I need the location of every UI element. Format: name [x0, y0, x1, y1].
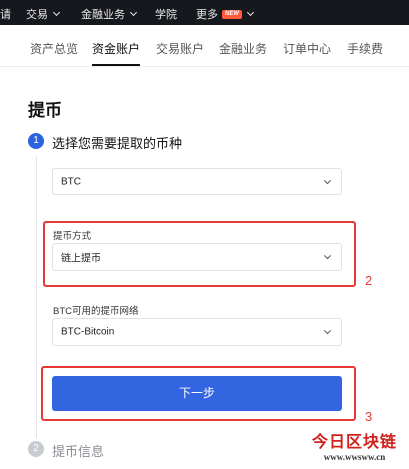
new-badge: NEW [222, 9, 242, 19]
page-title: 提币 [28, 101, 62, 120]
account-tabs: 资产总览 资金账户 交易账户 金融业务 订单中心 手续费 [0, 25, 409, 67]
chevron-down-icon [323, 252, 332, 260]
network-value: BTC-Bitcoin [61, 326, 115, 338]
watermark: 今日区块链 www.wwsww.cn [300, 428, 409, 469]
annotation-number-3: 3 [365, 409, 373, 424]
withdraw-method-label: 提币方式 [53, 231, 92, 242]
step-connector-line [36, 156, 37, 438]
coin-select-value: BTC [61, 176, 81, 187]
tab-financial-services[interactable]: 金融业务 [219, 40, 267, 57]
coin-select[interactable]: BTC [52, 168, 342, 195]
chevron-down-icon [129, 8, 138, 17]
chevron-down-icon [246, 8, 255, 17]
nav-item-trade-label: 交易 [26, 9, 48, 21]
chevron-down-icon [323, 327, 332, 335]
annotation-number-2: 2 [365, 273, 373, 288]
tab-funding-account[interactable]: 资金账户 [92, 40, 140, 57]
withdraw-method-select[interactable]: 链上提币 [52, 243, 342, 271]
top-navbar: 请 交易 金融业务 学院 更多 NEW [0, 0, 409, 25]
chevron-down-icon [323, 176, 332, 184]
nav-item-more[interactable]: 更多 NEW [196, 6, 255, 22]
withdraw-method-value: 链上提币 [61, 253, 101, 265]
next-step-button[interactable]: 下一步 [52, 376, 342, 411]
watermark-title: 今日区块链 [311, 434, 397, 451]
watermark-url: www.wwsww.cn [323, 452, 386, 462]
step-2-indicator: 2 [28, 441, 44, 457]
step-2-title: 提币信息 [52, 444, 105, 459]
network-select[interactable]: BTC-Bitcoin [52, 318, 342, 346]
nav-item-more-label: 更多 [196, 9, 218, 21]
tab-fees[interactable]: 手续费 [347, 40, 383, 57]
tab-order-center[interactable]: 订单中心 [283, 40, 331, 57]
active-tab-indicator [92, 64, 140, 66]
nav-item-academy-label: 学院 [155, 9, 177, 21]
nav-item-partial[interactable]: 请 [0, 6, 11, 22]
chevron-down-icon [52, 8, 61, 17]
tab-trading-account[interactable]: 交易账户 [156, 40, 204, 57]
step-1-indicator: 1 [28, 133, 44, 149]
nav-item-academy[interactable]: 学院 [155, 6, 177, 22]
nav-item-finance-label: 金融业务 [81, 9, 125, 21]
network-label: BTC可用的提币网络 [53, 306, 139, 317]
nav-item-trade[interactable]: 交易 [26, 6, 61, 22]
nav-item-partial-label: 请 [0, 9, 11, 21]
tab-asset-overview[interactable]: 资产总览 [30, 40, 78, 57]
step-1-title: 选择您需要提取的币种 [52, 136, 183, 151]
nav-item-finance[interactable]: 金融业务 [81, 6, 138, 22]
